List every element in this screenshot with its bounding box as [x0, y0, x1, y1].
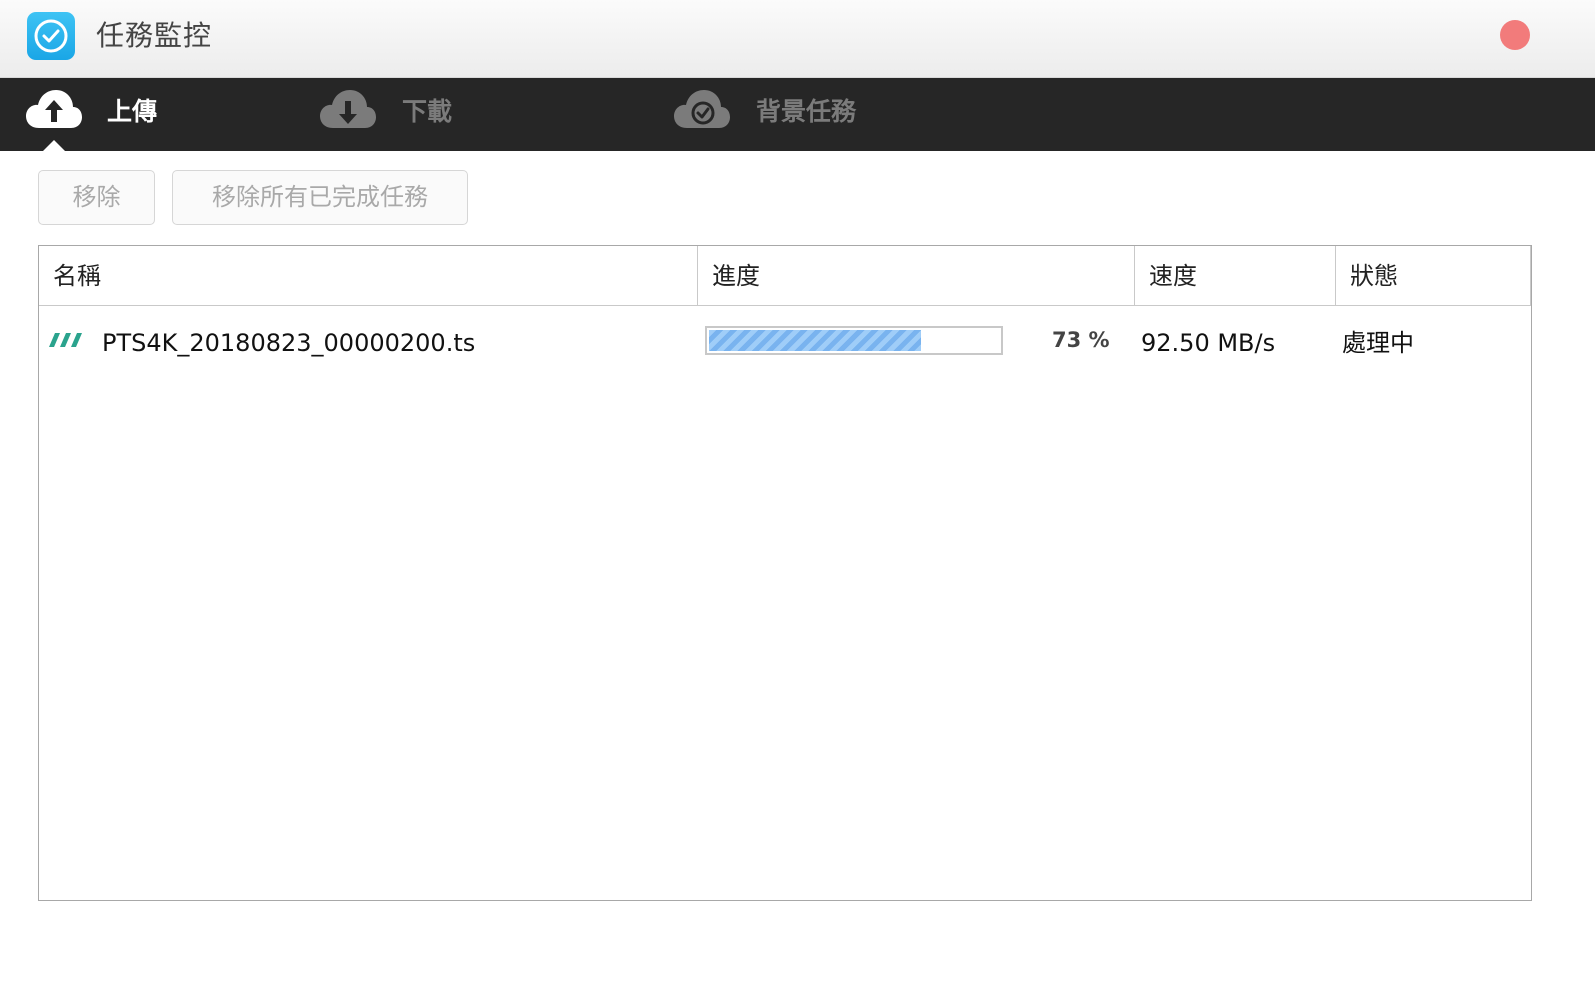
close-button[interactable]	[1500, 20, 1530, 50]
remove-button[interactable]: 移除	[38, 170, 155, 225]
window-title: 任務監控	[96, 19, 213, 52]
title-bar: 任務監控	[0, 0, 1595, 78]
task-speed: 92.50 MB/s	[1141, 329, 1276, 357]
tab-background-tasks-label: 背景任務	[756, 97, 857, 126]
cloud-download-icon	[320, 90, 376, 128]
column-header-progress[interactable]: 進度	[698, 246, 1135, 305]
task-progress-percent: 73 %	[1052, 328, 1110, 352]
task-file-name: PTS4K_20180823_00000200.ts	[102, 329, 476, 357]
check-circle-icon	[34, 19, 68, 53]
tab-background-tasks[interactable]: 背景任務	[660, 78, 920, 151]
column-header-speed[interactable]: 速度	[1135, 246, 1336, 305]
column-header-status[interactable]: 狀態	[1336, 246, 1531, 305]
tab-download-label: 下載	[402, 97, 453, 126]
task-progress-bar	[705, 326, 1003, 355]
app-logo-icon	[27, 12, 75, 60]
table-header: 名稱 進度 速度 狀態	[39, 246, 1531, 306]
cloud-upload-icon	[26, 90, 82, 128]
tab-download[interactable]: 下載	[300, 78, 640, 151]
tab-bar: 上傳 下載 背景任務	[0, 78, 1595, 151]
column-header-name[interactable]: 名稱	[39, 246, 698, 305]
task-progress-fill	[709, 330, 921, 351]
active-tab-indicator	[43, 140, 65, 151]
task-status: 處理中	[1342, 329, 1414, 357]
tab-upload[interactable]: 上傳	[0, 78, 300, 151]
cloud-check-icon	[674, 90, 730, 128]
remove-all-completed-button[interactable]: 移除所有已完成任務	[172, 170, 468, 225]
table-row[interactable]: PTS4K_20180823_00000200.ts 73 % 92.50 MB…	[39, 306, 1531, 380]
task-table: 名稱 進度 速度 狀態 PTS4K_20180823_00000200.ts 7…	[38, 245, 1532, 901]
striped-file-icon	[49, 332, 83, 348]
tab-upload-label: 上傳	[107, 97, 158, 126]
